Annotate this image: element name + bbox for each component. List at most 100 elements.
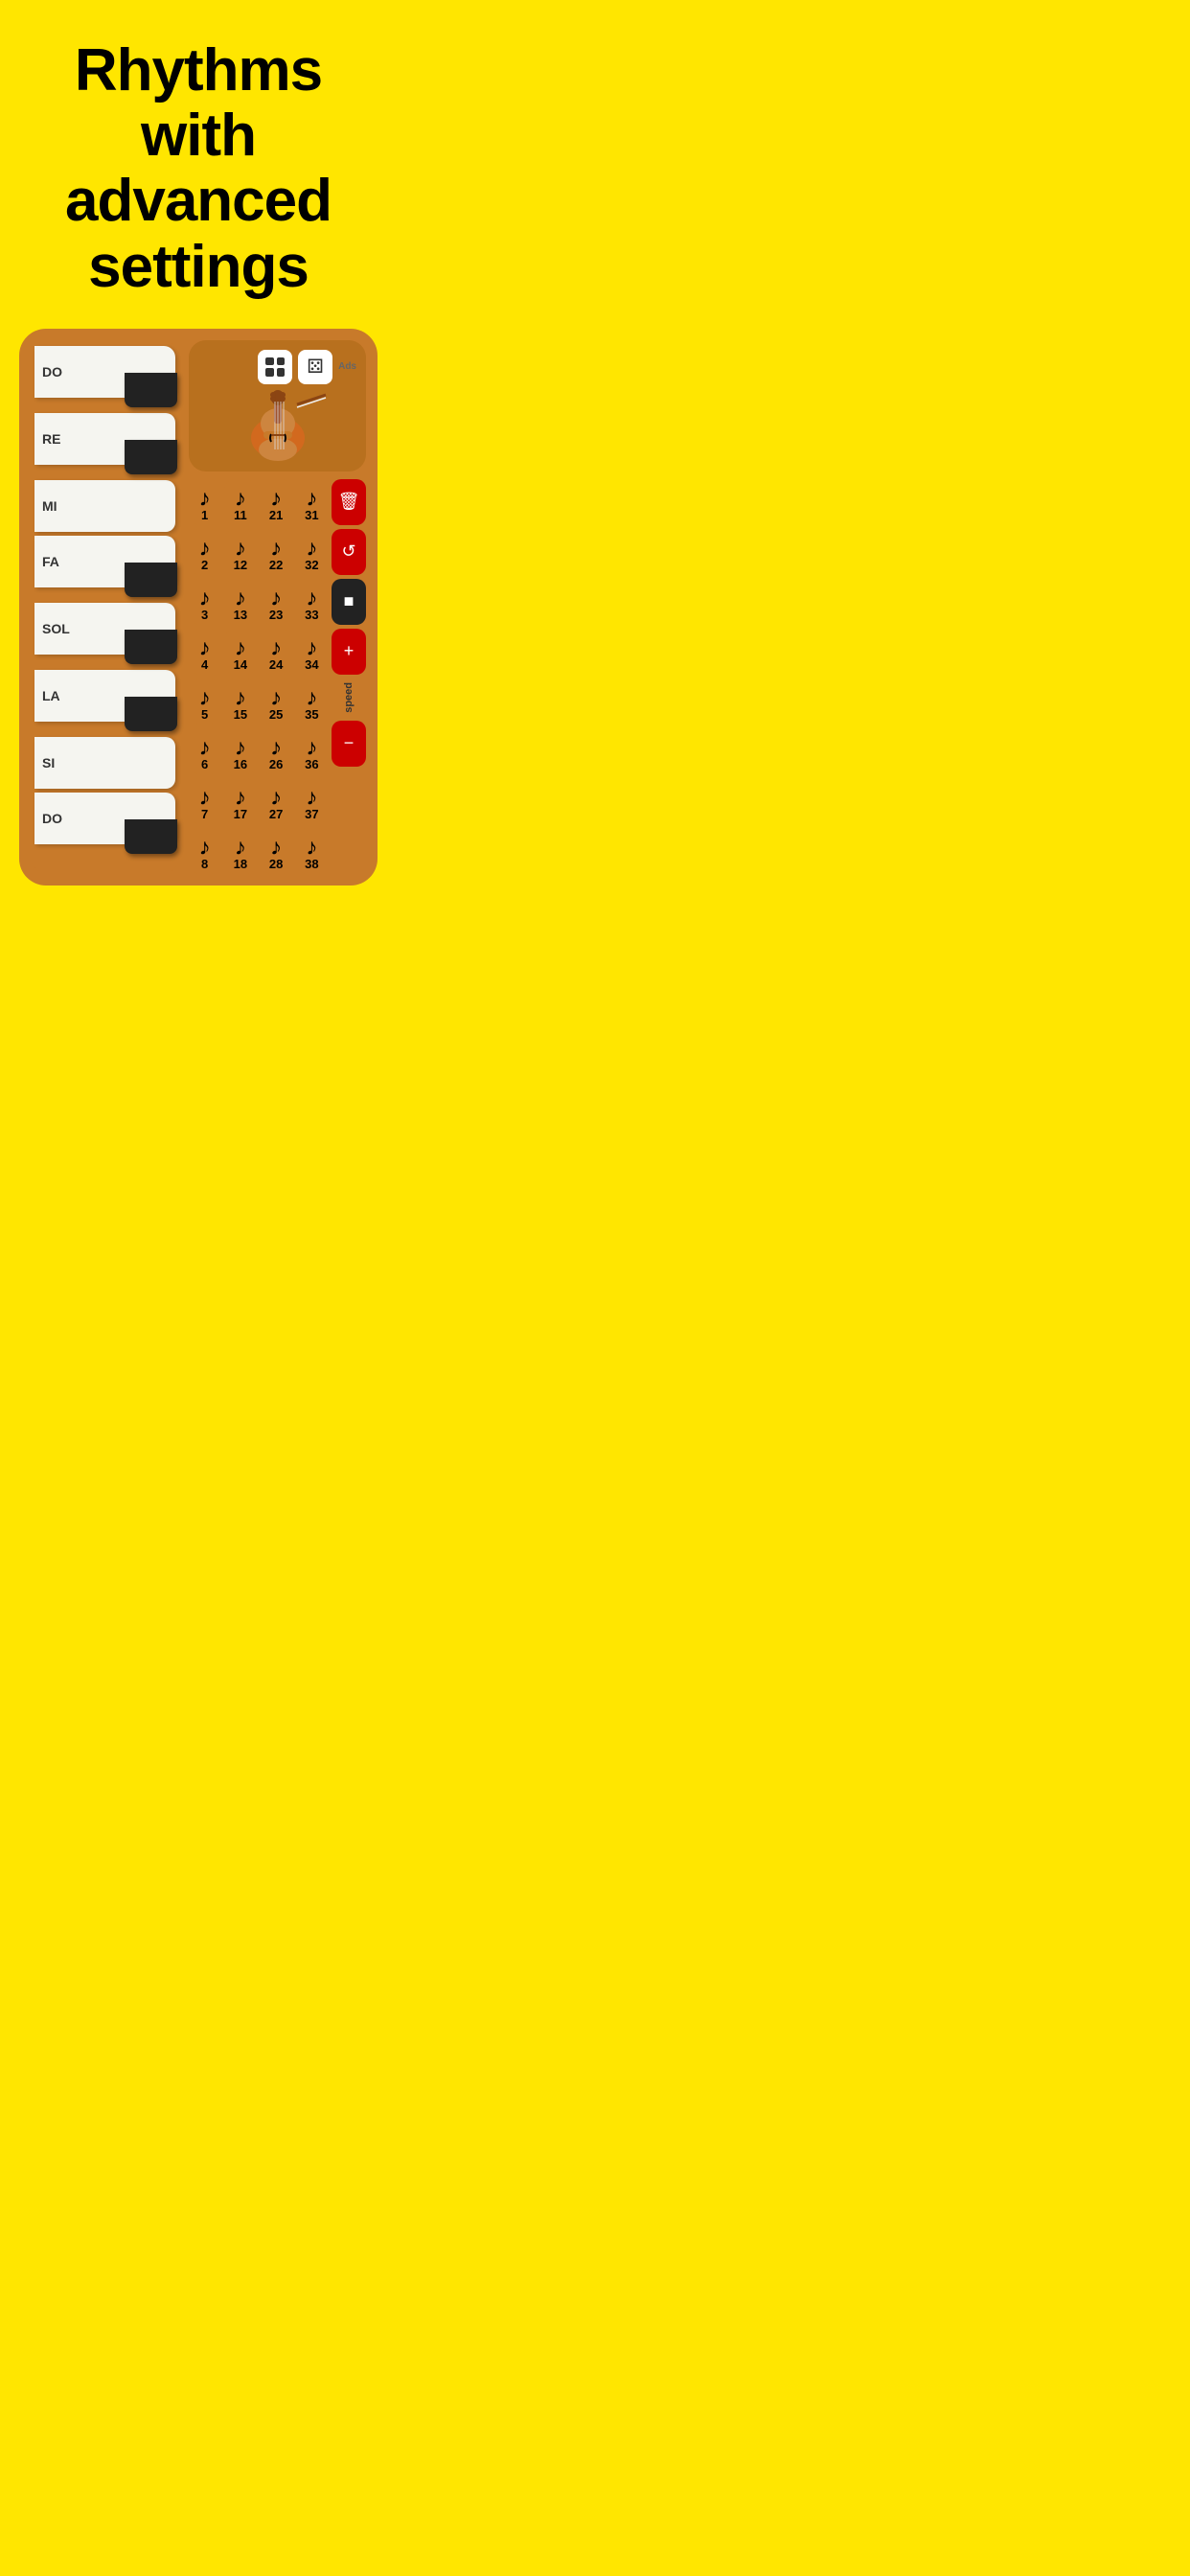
rhythm-col-1: 𝅘𝅥𝅮 31 𝅘𝅥𝅮 32 𝅘𝅥𝅮 33 𝅘𝅥𝅮 <box>296 479 328 874</box>
rhythm-btn-33[interactable]: 𝅘𝅥𝅮 33 <box>296 579 328 625</box>
note-icon: 𝅘𝅥𝅮 <box>308 543 315 559</box>
panel-outer: DO RE MI FA <box>19 329 378 886</box>
note-icon: 𝅘𝅥𝅮 <box>308 494 315 509</box>
rhythm-btn-23[interactable]: 𝅘𝅥𝅮 23 <box>261 579 292 625</box>
piano-section: DO RE MI FA <box>31 340 179 874</box>
rhythm-btn-38[interactable]: 𝅘𝅥𝅮 38 <box>296 828 328 874</box>
black-key-fa[interactable] <box>125 563 177 597</box>
rhythm-btn-13[interactable]: 𝅘𝅥𝅮 13 <box>224 579 256 625</box>
rhythm-btn-36[interactable]: 𝅘𝅥𝅮 36 <box>296 728 328 774</box>
note-icon: 𝅘𝅥𝅮 <box>308 842 315 858</box>
rhythm-btn-15[interactable]: 𝅘𝅥𝅮 15 <box>224 678 256 724</box>
delete-button[interactable]: 🗑 <box>332 479 366 525</box>
rhythm-btn-12[interactable]: 𝅘𝅥𝅮 12 <box>224 529 256 575</box>
black-key-re[interactable] <box>125 440 177 474</box>
note-icon: 𝅘𝅥𝅮 <box>308 743 315 758</box>
rhythm-btn-21[interactable]: 𝅘𝅥𝅮 21 <box>261 479 292 525</box>
rhythm-btn-31[interactable]: 𝅘𝅥𝅮 31 <box>296 479 328 525</box>
loop-button[interactable]: ↺ <box>332 529 366 575</box>
piano-key-sol[interactable]: SOL <box>34 603 175 655</box>
note-icon: 𝅘𝅥𝅮 <box>308 593 315 609</box>
rhythm-btn-24[interactable]: 𝅘𝅥𝅮 24 <box>261 629 292 675</box>
note-icon: 𝅘𝅥𝅮 <box>237 743 244 758</box>
rhythm-btn-25[interactable]: 𝅘𝅥𝅮 25 <box>261 678 292 724</box>
key-label-fa: FA <box>42 554 59 569</box>
rhythm-btn-32[interactable]: 𝅘𝅥𝅮 32 <box>296 529 328 575</box>
header-line3: advanced <box>65 168 332 234</box>
plus-icon: + <box>344 641 355 661</box>
rhythm-btn-35[interactable]: 𝅘𝅥𝅮 35 <box>296 678 328 724</box>
rhythm-btn-17[interactable]: 𝅘𝅥𝅮 17 <box>224 778 256 824</box>
rhythm-btn-5[interactable]: 𝅘𝅥𝅮 5 <box>189 678 220 724</box>
key-label-la: LA <box>42 688 60 703</box>
note-icon: 𝅘𝅥𝅮 <box>272 593 280 609</box>
note-icon: 𝅘𝅥𝅮 <box>272 643 280 658</box>
stop-button[interactable]: ■ <box>332 579 366 625</box>
rhythm-col-3: 𝅘𝅥𝅮 11 𝅘𝅥𝅮 12 𝅘𝅥𝅮 13 𝅘𝅥𝅮 <box>224 479 256 874</box>
header-section: Rhythms with advanced settings <box>0 0 397 329</box>
white-key-mi[interactable]: MI <box>34 480 175 532</box>
violin-area: ⚄ Ads <box>189 340 366 472</box>
piano-key-si[interactable]: SI <box>34 737 175 789</box>
rhythm-btn-37[interactable]: 𝅘𝅥𝅮 37 <box>296 778 328 824</box>
rhythm-btn-3[interactable]: 𝅘𝅥𝅮 3 <box>189 579 220 625</box>
piano-key-fa[interactable]: FA <box>34 536 175 587</box>
note-icon: 𝅘𝅥𝅮 <box>308 643 315 658</box>
violin-image <box>198 390 356 462</box>
key-label-si: SI <box>42 755 55 770</box>
dice-icon: ⚄ <box>307 355 323 379</box>
note-icon: 𝅘𝅥𝅮 <box>200 543 208 559</box>
rhythm-btn-6[interactable]: 𝅘𝅥𝅮 6 <box>189 728 220 774</box>
ads-label: Ads <box>338 361 356 372</box>
header-line4: settings <box>88 234 309 300</box>
piano-key-la[interactable]: LA <box>34 670 175 722</box>
plus-button[interactable]: + <box>332 629 366 675</box>
note-icon: 𝅘𝅥𝅮 <box>237 693 244 708</box>
white-key-si[interactable]: SI <box>34 737 175 789</box>
note-icon: 𝅘𝅥𝅮 <box>237 494 244 509</box>
note-icon: 𝅘𝅥𝅮 <box>272 494 280 509</box>
rhythm-btn-27[interactable]: 𝅘𝅥𝅮 27 <box>261 778 292 824</box>
note-icon: 𝅘𝅥𝅮 <box>200 494 208 509</box>
piano-key-do-1[interactable]: DO <box>34 346 175 398</box>
violin-svg <box>225 390 331 462</box>
dice-button[interactable]: ⚄ <box>298 350 332 384</box>
instrument-panel: DO RE MI FA <box>0 329 397 905</box>
rhythm-columns: 𝅘𝅥𝅮 1 𝅘𝅥𝅮 2 𝅘𝅥𝅮 3 𝅘𝅥𝅮 <box>189 479 328 874</box>
note-icon: 𝅘𝅥𝅮 <box>272 743 280 758</box>
black-key-do2[interactable] <box>125 819 177 854</box>
rhythm-btn-34[interactable]: 𝅘𝅥𝅮 34 <box>296 629 328 675</box>
note-icon: 𝅘𝅥𝅮 <box>272 693 280 708</box>
rhythm-btn-1[interactable]: 𝅘𝅥𝅮 1 <box>189 479 220 525</box>
key-label-do1: DO <box>42 364 62 380</box>
note-icon: 𝅘𝅥𝅮 <box>272 543 280 559</box>
header-line2: with <box>141 103 256 169</box>
stop-icon: ■ <box>344 591 355 611</box>
top-icons: ⚄ Ads <box>198 350 356 384</box>
rhythm-btn-22[interactable]: 𝅘𝅥𝅮 22 <box>261 529 292 575</box>
rhythm-col-2: 𝅘𝅥𝅮 21 𝅘𝅥𝅮 22 𝅘𝅥𝅮 23 𝅘𝅥𝅮 <box>261 479 292 874</box>
black-key-la[interactable] <box>125 697 177 731</box>
note-icon: 𝅘𝅥𝅮 <box>237 593 244 609</box>
rhythm-btn-14[interactable]: 𝅘𝅥𝅮 14 <box>224 629 256 675</box>
rhythm-btn-8[interactable]: 𝅘𝅥𝅮 8 <box>189 828 220 874</box>
note-icon: 𝅘𝅥𝅮 <box>237 842 244 858</box>
header-title: Rhythms with advanced settings <box>29 38 368 300</box>
piano-key-re[interactable]: RE <box>34 413 175 465</box>
rhythm-btn-7[interactable]: 𝅘𝅥𝅮 7 <box>189 778 220 824</box>
black-key-do1[interactable] <box>125 373 177 407</box>
minus-button[interactable]: − <box>332 721 366 767</box>
note-icon: 𝅘𝅥𝅮 <box>200 643 208 658</box>
rhythm-btn-18[interactable]: 𝅘𝅥𝅮 18 <box>224 828 256 874</box>
key-label-mi: MI <box>42 498 57 514</box>
piano-key-do2[interactable]: DO <box>34 793 175 844</box>
rhythm-btn-2[interactable]: 𝅘𝅥𝅮 2 <box>189 529 220 575</box>
rhythm-btn-11[interactable]: 𝅘𝅥𝅮 11 <box>224 479 256 525</box>
rhythm-btn-4[interactable]: 𝅘𝅥𝅮 4 <box>189 629 220 675</box>
piano-key-mi[interactable]: MI <box>34 480 175 532</box>
rhythm-btn-28[interactable]: 𝅘𝅥𝅮 28 <box>261 828 292 874</box>
rhythm-btn-26[interactable]: 𝅘𝅥𝅮 26 <box>261 728 292 774</box>
rhythm-btn-16[interactable]: 𝅘𝅥𝅮 16 <box>224 728 256 774</box>
black-key-sol[interactable] <box>125 630 177 664</box>
grid-view-button[interactable] <box>258 350 292 384</box>
